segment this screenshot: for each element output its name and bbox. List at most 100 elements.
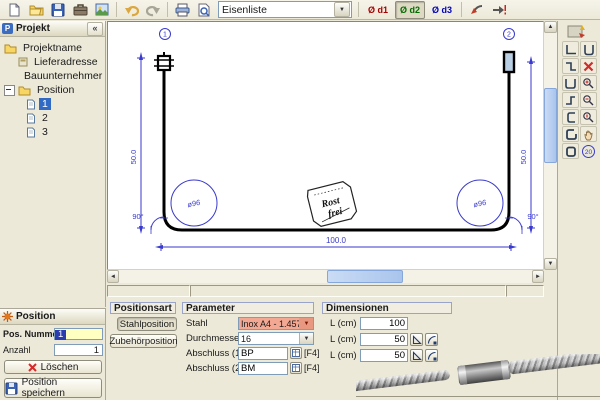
- red-x-icon: [28, 363, 37, 372]
- collapse-expander-icon[interactable]: [4, 85, 15, 96]
- list-type-value: Eisenliste: [219, 4, 333, 16]
- vertical-scroll-thumb[interactable]: [544, 88, 557, 163]
- save-position-button[interactable]: Position speichern: [4, 378, 102, 398]
- position-panel-title: Position: [16, 311, 55, 322]
- rostfrei-stamp: Rost frei: [306, 180, 358, 228]
- tree-node-label: 1: [39, 98, 51, 110]
- save-floppy-icon: [51, 3, 65, 17]
- bend-shape-u-button[interactable]: [562, 75, 579, 91]
- abschluss1-f4-hint: [F4]: [304, 347, 320, 360]
- toolbar-separator: [167, 2, 168, 17]
- scroll-up-icon[interactable]: ▲: [544, 21, 557, 33]
- anzahl-input[interactable]: 1: [54, 344, 103, 356]
- application-window: Eisenliste ▼ Ø d1 Ø d2 Ø d3 P Projekt « …: [0, 0, 600, 400]
- stahlposition-button[interactable]: Stahlposition: [117, 317, 177, 331]
- marker-end-label: 2: [507, 32, 511, 39]
- abschluss1-lookup-button[interactable]: [290, 347, 302, 359]
- angle-icon: [412, 335, 422, 345]
- list-type-combobox[interactable]: Eisenliste ▼: [218, 1, 352, 18]
- transfer-alert-button[interactable]: [487, 0, 509, 19]
- closed-stirrup-icon: [564, 145, 577, 158]
- scroll-down-icon[interactable]: ▼: [544, 258, 557, 270]
- abschluss2-lookup-button[interactable]: [290, 362, 302, 374]
- new-document-button[interactable]: [3, 0, 25, 19]
- stahl-select[interactable]: Inox A4 - 1.4571 ▼: [238, 317, 314, 330]
- shape-manager-button[interactable]: [566, 23, 588, 42]
- delete-shape-button[interactable]: [580, 58, 597, 74]
- shape-tool-panel: 20: [557, 21, 600, 400]
- tree-node-lieferadresse[interactable]: Lieferadresse: [18, 55, 105, 69]
- bend-shape-l-button[interactable]: [562, 41, 579, 57]
- scroll-right-icon[interactable]: ►: [532, 270, 544, 283]
- collapse-panel-button[interactable]: «: [87, 22, 103, 36]
- dimensionen-header: Dimensionen: [322, 302, 452, 314]
- status-cell-1: [107, 285, 190, 297]
- horizontal-scrollbar[interactable]: ◄ ►: [107, 270, 544, 283]
- print-button[interactable]: [171, 0, 193, 19]
- abschluss1-input[interactable]: [238, 347, 288, 360]
- tree-node-label: Position: [34, 84, 77, 96]
- horizontal-scroll-thumb[interactable]: [327, 270, 403, 283]
- undo-button[interactable]: [120, 0, 142, 19]
- diameter-d1-button[interactable]: Ø d1: [363, 1, 393, 19]
- chevron-down-icon[interactable]: ▼: [334, 2, 350, 17]
- page-icon: [26, 127, 36, 138]
- tree-node-position-2[interactable]: 2: [26, 111, 105, 125]
- save-button[interactable]: [47, 0, 69, 19]
- parameter-header: Parameter: [182, 302, 314, 314]
- durchmesser-select[interactable]: 16 ▼: [238, 332, 314, 345]
- zoom-level-badge[interactable]: 20: [580, 143, 597, 159]
- dim-row2-label: L (cm): [330, 333, 357, 346]
- diameter-d3-button[interactable]: Ø d3: [427, 1, 457, 19]
- dim-row2-angle-button[interactable]: [410, 333, 423, 346]
- zubehoerposition-button[interactable]: Zubehörposition: [110, 334, 177, 348]
- print-preview-button[interactable]: [193, 0, 215, 19]
- open-folder-icon: [29, 3, 44, 16]
- abschluss2-f4-hint: [F4]: [304, 362, 320, 375]
- dim-row2-input[interactable]: [360, 333, 408, 346]
- tree-node-position-folder[interactable]: Position: [4, 83, 105, 97]
- zoom-actual-button[interactable]: [580, 109, 597, 125]
- tree-node-position-1[interactable]: 1: [26, 97, 105, 111]
- tree-node-bauunternehmer[interactable]: Bauunternehmer: [18, 69, 105, 83]
- zoom-out-button[interactable]: [580, 92, 597, 108]
- drawing-canvas[interactable]: 1 2 50.0 50.0: [107, 21, 544, 270]
- zoom-badge-icon: 20: [581, 144, 596, 159]
- chevron-down-icon[interactable]: ▼: [299, 318, 313, 329]
- delete-button[interactable]: Löschen: [4, 360, 102, 374]
- bend-shape-c-button[interactable]: [562, 109, 579, 125]
- table-lookup-icon: [292, 349, 300, 357]
- dim-row1-input[interactable]: [360, 317, 408, 330]
- leg-markers: [160, 29, 515, 40]
- zoom-in-button[interactable]: [580, 75, 597, 91]
- project-tree: Projektname Lieferadresse Bauunternehmer…: [0, 37, 105, 139]
- open-button[interactable]: [25, 0, 47, 19]
- dim-row2-bend-button[interactable]: [425, 333, 438, 346]
- bend-shape-z-button[interactable]: [562, 58, 579, 74]
- pos-number-input[interactable]: 1: [54, 328, 103, 340]
- mandrel-right-label: ø96: [472, 198, 487, 210]
- tree-node-position-3[interactable]: 3: [26, 125, 105, 139]
- tree-node-projektname[interactable]: Projektname: [4, 41, 105, 55]
- abschluss2-input[interactable]: [238, 362, 288, 375]
- redo-button[interactable]: [142, 0, 164, 19]
- pan-hand-button[interactable]: [580, 126, 597, 142]
- export-image-button[interactable]: [91, 0, 113, 19]
- scroll-left-icon[interactable]: ◄: [107, 270, 119, 283]
- tree-node-label: Bauunternehmer: [21, 70, 105, 82]
- bend-shape-stirrup-button[interactable]: [562, 126, 579, 142]
- hook-shape-button[interactable]: [580, 41, 597, 57]
- transfer-in-button[interactable]: [465, 0, 487, 19]
- rebar-coupler: [457, 360, 511, 385]
- vertical-scrollbar[interactable]: ▲ ▼: [544, 21, 557, 270]
- toolbar-separator: [358, 2, 359, 17]
- diameter-d2-button[interactable]: Ø d2: [395, 1, 425, 19]
- project-panel-header: P Projekt «: [0, 21, 105, 37]
- project-icon: P: [2, 23, 13, 34]
- shape-manager-icon: [566, 23, 588, 39]
- chevron-down-icon[interactable]: ▼: [299, 333, 313, 344]
- bend-shape-s-button[interactable]: [562, 92, 579, 108]
- archive-button[interactable]: [69, 0, 91, 19]
- project-panel-title: Projekt: [16, 23, 50, 34]
- bend-shape-rect-button[interactable]: [562, 143, 579, 159]
